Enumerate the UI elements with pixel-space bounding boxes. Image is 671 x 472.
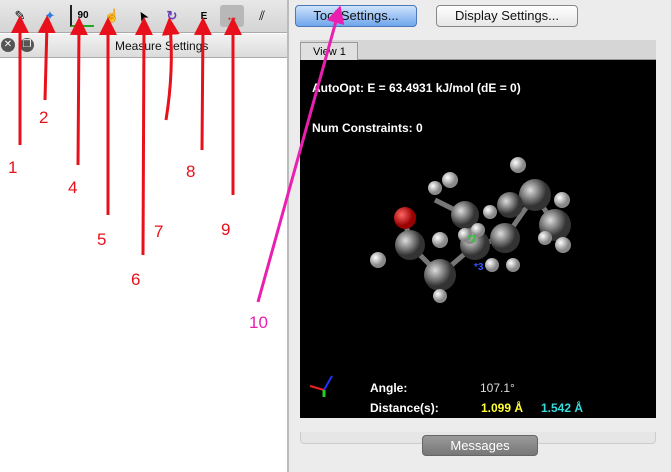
float-icon[interactable]: ❐ xyxy=(20,38,34,52)
pencil-icon: ✎ xyxy=(14,8,26,23)
annotation-5: 5 xyxy=(97,230,107,249)
atom-label-2: *2 xyxy=(467,234,477,245)
molecule-viewport[interactable]: AutoOpt: E = 63.4931 kJ/mol (dE = 0) Num… xyxy=(300,60,656,418)
annotation-9: 9 xyxy=(221,220,231,239)
measure-tool-button[interactable]: ↔ xyxy=(220,5,244,27)
annotation-1: 1 xyxy=(8,158,18,177)
angle-value: 107.1° xyxy=(480,381,515,395)
align-tool-button[interactable]: ⫽ xyxy=(250,5,274,27)
tab-view-1[interactable]: View 1 xyxy=(300,42,358,60)
annotation-10: 10 xyxy=(249,313,268,332)
bond-centric-tool-button[interactable]: 90 xyxy=(70,5,94,27)
settings-title: Measure Settings xyxy=(115,39,209,53)
display-settings-button[interactable]: Display Settings... xyxy=(436,5,578,27)
distance-value-1: 1.099 Å xyxy=(481,401,524,415)
annotation-2: 2 xyxy=(39,108,49,127)
toolbar: ✎ ✦ 90 ☝ ➤ ↻ E ↔ ⫽ xyxy=(0,0,287,33)
annotation-7: 7 xyxy=(154,222,164,241)
distance-label: Distance(s): xyxy=(370,401,439,415)
tool-settings-button[interactable]: Tool Settings... xyxy=(295,5,417,27)
select-tool-button[interactable]: ➤ xyxy=(127,0,158,32)
rotate-icon: ↻ xyxy=(166,8,178,23)
left-panel: ✎ ✦ 90 ☝ ➤ ↻ E ↔ ⫽ ✕ ❐ Measure Settings xyxy=(0,0,287,472)
manipulate-tool-button[interactable]: ☝ xyxy=(100,5,124,27)
molecule-render: *2 *3 xyxy=(309,157,571,397)
close-icon[interactable]: ✕ xyxy=(1,38,15,52)
angle-label: Angle: xyxy=(370,381,408,395)
navigate-tool-button[interactable]: ✦ xyxy=(38,5,62,27)
auto-rotate-tool-button[interactable]: ↻ xyxy=(160,5,184,27)
four-point-star-icon: ✦ xyxy=(44,8,56,23)
atom-label-3: *3 xyxy=(474,262,484,273)
axes-icon xyxy=(309,375,333,397)
splitter[interactable] xyxy=(287,0,289,472)
hand-icon: ☝ xyxy=(103,8,121,23)
auto-optimize-tool-button[interactable]: E xyxy=(192,5,216,27)
annotation-4: 4 xyxy=(68,178,78,197)
angle-90-icon: 90 xyxy=(77,9,89,21)
cursor-arrow-icon: ➤ xyxy=(133,7,152,25)
tool-settings-dock-header: ✕ ❐ Measure Settings xyxy=(0,34,287,58)
align-icon: ⫽ xyxy=(259,8,265,23)
messages-button[interactable]: Messages xyxy=(422,435,538,456)
draw-tool-button[interactable]: ✎ xyxy=(8,5,32,27)
energy-e-icon: E xyxy=(200,10,208,22)
distance-value-2: 1.542 Å xyxy=(541,401,584,415)
annotation-8: 8 xyxy=(186,162,196,181)
ruler-icon: ↔ xyxy=(225,8,239,24)
annotation-6: 6 xyxy=(131,270,141,289)
